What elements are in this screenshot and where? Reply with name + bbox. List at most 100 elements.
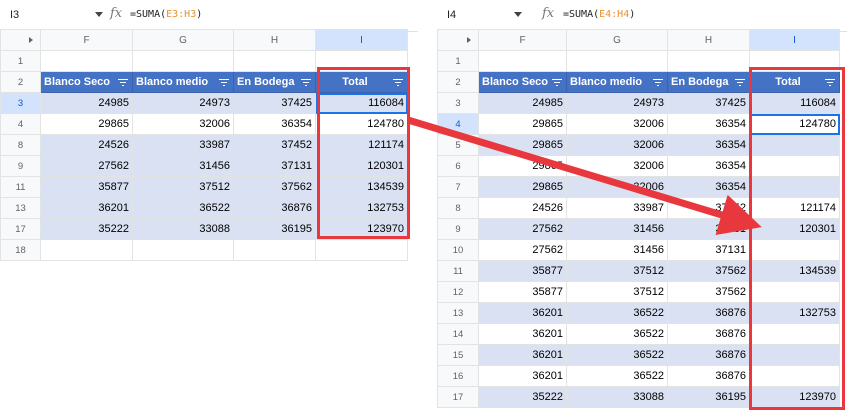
row-header[interactable]: 9 [0,155,41,177]
cell[interactable]: 37512 [132,176,234,198]
name-box[interactable]: I4 [447,9,456,21]
cell[interactable] [749,176,840,198]
cell[interactable]: 37562 [233,176,316,198]
cell[interactable]: 36201 [478,365,567,387]
select-all-corner[interactable] [0,29,41,51]
row-header[interactable]: 17 [437,386,479,408]
cell[interactable] [315,50,408,72]
row-header[interactable]: 13 [437,302,479,324]
cell[interactable] [749,50,840,72]
cell[interactable]: 29865 [478,134,567,156]
cell[interactable]: 134539 [749,260,840,282]
cell[interactable]: 32006 [566,134,668,156]
cell[interactable]: 37452 [667,197,750,219]
row-header[interactable]: 4 [437,113,479,135]
cell[interactable]: 116084 [315,92,408,114]
cell[interactable]: 37562 [667,260,750,282]
cell[interactable] [40,239,133,261]
cell[interactable]: 29865 [478,113,567,135]
column-header-i[interactable]: I [315,29,408,51]
cell[interactable]: 35222 [40,218,133,240]
cell[interactable] [566,50,668,72]
cell[interactable]: 29865 [40,113,133,135]
cell[interactable]: 33088 [132,218,234,240]
cell[interactable]: 36354 [667,113,750,135]
row-header[interactable]: 1 [437,50,479,72]
cell[interactable]: 120301 [315,155,408,177]
row-header[interactable]: 1 [0,50,41,72]
cell[interactable]: 37425 [667,92,750,114]
cell[interactable]: 116084 [749,92,840,114]
cell[interactable]: 36876 [667,323,750,345]
cell[interactable]: 35877 [478,281,567,303]
cell[interactable] [233,50,316,72]
column-header-f[interactable]: F [478,29,567,51]
cell[interactable] [749,155,840,177]
cell[interactable]: 24985 [478,92,567,114]
cell[interactable]: 36876 [233,197,316,219]
row-header[interactable]: 11 [0,176,41,198]
cell[interactable]: 36522 [566,302,668,324]
cell[interactable]: 36195 [233,218,316,240]
cell[interactable]: 36876 [667,302,750,324]
name-box-dropdown-icon[interactable] [514,12,522,17]
cell[interactable]: 37425 [233,92,316,114]
filter-icon[interactable] [393,79,403,87]
cell[interactable]: 24526 [478,197,567,219]
filter-icon[interactable] [825,79,835,87]
column-title-cell[interactable]: Blanco medio [132,71,234,93]
row-header[interactable]: 13 [0,197,41,219]
cell[interactable]: 121174 [749,197,840,219]
cell[interactable]: 27562 [40,155,133,177]
row-header[interactable]: 11 [437,260,479,282]
spreadsheet-grid[interactable]: F G H I 1 2 Blanco Seco Blanco medio En Bodega To… [437,29,840,408]
column-title-cell[interactable]: Blanco Seco [478,71,567,93]
cell[interactable]: 36522 [132,197,234,219]
cell[interactable]: 132753 [315,197,408,219]
cell[interactable]: 36522 [566,365,668,387]
cell[interactable]: 121174 [315,134,408,156]
cell[interactable] [315,239,408,261]
cell[interactable]: 36522 [566,344,668,366]
cell[interactable] [40,50,133,72]
filter-icon[interactable] [118,79,128,87]
cell[interactable]: 36201 [478,344,567,366]
cell[interactable] [233,239,316,261]
cell[interactable] [749,344,840,366]
row-header[interactable]: 3 [0,92,41,114]
cell[interactable]: 31456 [132,155,234,177]
cell[interactable]: 35877 [478,260,567,282]
row-header[interactable]: 18 [0,239,41,261]
cell[interactable]: 36195 [667,386,750,408]
cell[interactable]: 36354 [667,155,750,177]
row-header[interactable]: 8 [0,134,41,156]
row-header[interactable]: 6 [437,155,479,177]
column-title-cell[interactable]: En Bodega [667,71,750,93]
cell[interactable]: 120301 [749,218,840,240]
cell[interactable]: 33987 [132,134,234,156]
cell[interactable]: 36522 [566,323,668,345]
cell[interactable]: 36201 [478,302,567,324]
column-title-cell[interactable]: Blanco Seco [40,71,133,93]
cell[interactable]: 36201 [478,323,567,345]
cell[interactable]: 33987 [566,197,668,219]
column-title-cell[interactable]: Total [315,71,408,93]
row-header[interactable]: 8 [437,197,479,219]
row-header[interactable]: 7 [437,176,479,198]
cell[interactable]: 31456 [566,239,668,261]
cell[interactable] [749,134,840,156]
formula-input[interactable]: =SUMA(E4:H4) [563,9,635,20]
row-header[interactable]: 10 [437,239,479,261]
row-header[interactable]: 4 [0,113,41,135]
row-header[interactable]: 14 [437,323,479,345]
cell[interactable]: 24526 [40,134,133,156]
column-header-g[interactable]: G [132,29,234,51]
cell[interactable]: 36201 [40,197,133,219]
row-header[interactable]: 9 [437,218,479,240]
spreadsheet-grid[interactable]: F G H I 1 2 Blanco Seco Blanco medio En Bodega To… [0,29,408,261]
cell[interactable] [478,50,567,72]
column-header-h[interactable]: H [667,29,750,51]
cell[interactable]: 36876 [667,344,750,366]
cell[interactable]: 31456 [566,218,668,240]
cell[interactable]: 37512 [566,281,668,303]
